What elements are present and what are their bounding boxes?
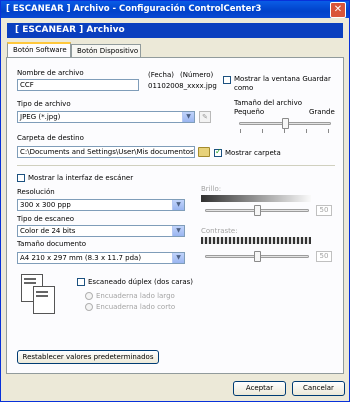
brightness-gradient-bar <box>201 195 311 202</box>
ok-button[interactable]: Aceptar <box>233 381 286 396</box>
tab-software-button[interactable]: Botón Software <box>7 42 71 57</box>
destination-input[interactable]: C:\Documents and Settings\User\Mis docum… <box>17 146 195 158</box>
duplex-checkbox[interactable] <box>77 278 85 286</box>
contrast-value-box[interactable]: 50 <box>316 251 332 262</box>
duplex-long-edge-label: Encuaderna lado largo <box>96 292 175 300</box>
duplex-short-edge-radio[interactable] <box>85 303 93 311</box>
cancel-button[interactable]: Cancelar <box>292 381 345 396</box>
resolution-label: Resolución <box>17 188 55 196</box>
tick-mark <box>306 129 307 133</box>
show-save-as-label: Mostrar la ventana Guardar como <box>234 75 331 92</box>
doc-size-value: A4 210 x 297 mm (8.3 x 11.7 pda) <box>20 254 142 262</box>
filename-input[interactable]: CCF <box>17 79 139 91</box>
doc-size-label: Tamaño documento <box>17 240 87 248</box>
contrast-pattern-bar <box>201 237 311 244</box>
reset-defaults-button[interactable]: Restablecer valores predeterminados <box>17 350 159 364</box>
show-folder-label: Mostrar carpeta <box>225 149 281 157</box>
filetype-value: JPEG (*.jpg) <box>20 113 61 121</box>
dialog-window: [ ESCANEAR ] Archivo - Configuración Con… <box>0 0 350 402</box>
duplex-pages-icon <box>21 274 55 314</box>
show-save-as-checkbox[interactable] <box>223 76 231 84</box>
scan-type-select[interactable]: Color de 24 bits ▼ <box>17 225 185 237</box>
chevron-down-icon: ▼ <box>172 226 184 236</box>
settings-wand-icon[interactable]: ✎ <box>199 111 211 123</box>
chevron-down-icon: ▼ <box>182 112 194 122</box>
filetype-select[interactable]: JPEG (*.jpg) ▼ <box>17 111 195 123</box>
filename-label: Nombre de archivo <box>17 69 84 77</box>
destination-label: Carpeta de destino <box>17 134 84 142</box>
doc-size-select[interactable]: A4 210 x 297 mm (8.3 x 11.7 pda) ▼ <box>17 252 185 264</box>
tick-mark <box>240 129 241 133</box>
duplex-label: Escaneado dúplex (dos caras) <box>88 278 194 286</box>
settings-panel: Nombre de archivo CCF (Fecha) (Número) 0… <box>6 57 344 374</box>
filename-example: 01102008_xxxx.jpg <box>148 82 217 90</box>
tick-mark <box>284 129 285 133</box>
brightness-slider-thumb[interactable] <box>254 205 261 216</box>
contrast-label: Contraste: <box>201 227 238 235</box>
section-header-title: [ ESCANEAR ] Archivo <box>15 25 125 35</box>
scan-type-label: Tipo de escaneo <box>17 215 75 223</box>
date-label: (Fecha) <box>148 71 174 79</box>
browse-folder-icon[interactable] <box>198 147 210 157</box>
filesize-small-label: Pequeño <box>234 108 265 116</box>
show-folder-checkbox[interactable] <box>214 147 222 157</box>
tick-mark <box>262 129 263 133</box>
filetype-label: Tipo de archivo <box>17 100 71 108</box>
filesize-label: Tamaño del archivo <box>234 99 303 107</box>
section-header: [ ESCANEAR ] Archivo <box>7 23 343 38</box>
brightness-label: Brillo: <box>201 185 222 193</box>
chevron-down-icon: ▼ <box>172 253 184 263</box>
title-bar[interactable]: [ ESCANEAR ] Archivo - Configuración Con… <box>1 1 349 18</box>
close-button[interactable]: ✕ <box>330 2 346 18</box>
resolution-value: 300 x 300 ppp <box>20 201 71 209</box>
tick-mark <box>328 129 329 133</box>
scan-type-value: Color de 24 bits <box>20 227 76 235</box>
brightness-value-box[interactable]: 50 <box>316 205 332 216</box>
tab-device-button[interactable]: Botón Dispositivo <box>71 44 141 57</box>
chevron-down-icon: ▼ <box>172 200 184 210</box>
duplex-long-edge-radio[interactable] <box>85 292 93 300</box>
number-label: (Número) <box>180 71 214 79</box>
contrast-slider-thumb[interactable] <box>254 251 261 262</box>
filesize-slider-thumb[interactable] <box>282 118 289 129</box>
divider <box>17 165 335 166</box>
filesize-large-label: Grande <box>309 108 335 116</box>
scanner-ui-label: Mostrar la interfaz de escáner <box>28 174 134 182</box>
window-title: [ ESCANEAR ] Archivo - Configuración Con… <box>6 4 262 14</box>
scanner-ui-checkbox[interactable] <box>17 174 25 182</box>
duplex-short-edge-label: Encuaderna lado corto <box>96 303 176 311</box>
resolution-select[interactable]: 300 x 300 ppp ▼ <box>17 199 185 211</box>
